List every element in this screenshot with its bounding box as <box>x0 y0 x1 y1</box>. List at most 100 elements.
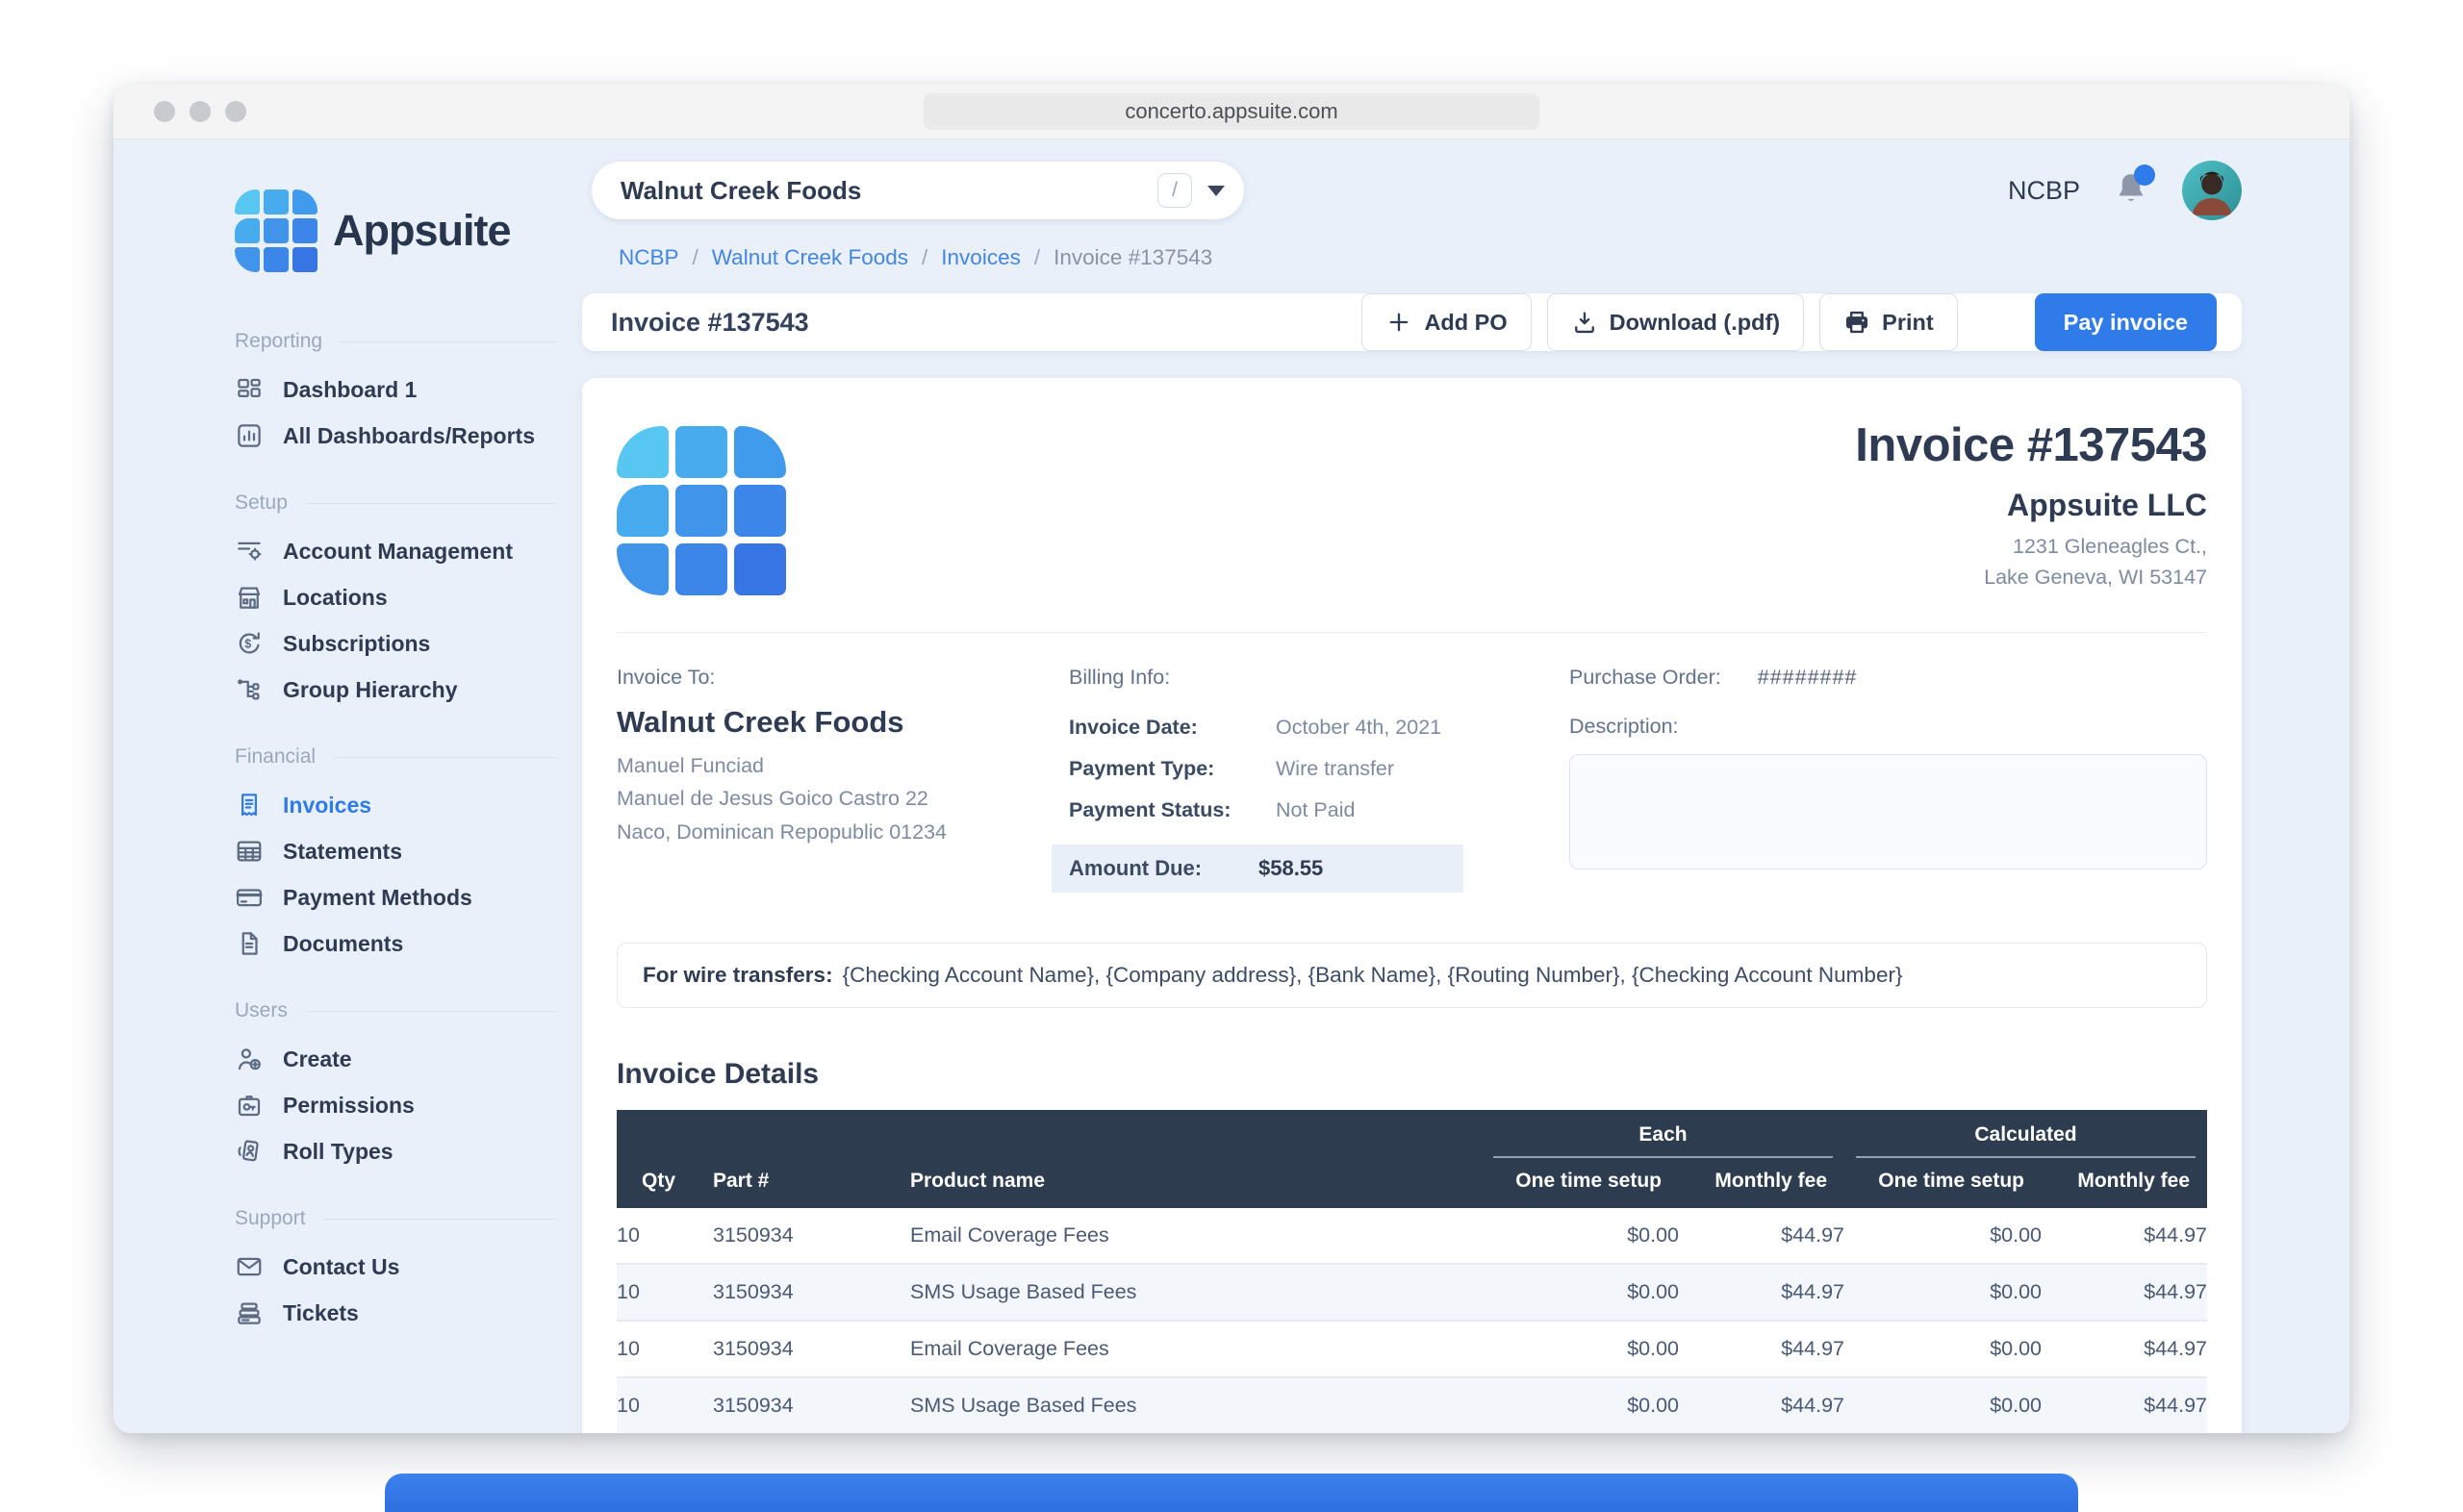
top-header: Walnut Creek Foods / NCBP <box>582 161 2242 220</box>
divider <box>617 632 2207 633</box>
table-header-row: Qty Part # Product name One time setup M… <box>617 1158 2207 1208</box>
group-header-calculated: Calculated <box>1856 1110 2196 1158</box>
address-bar-url: concerto.appsuite.com <box>1125 99 1337 124</box>
breadcrumb: NCBP / Walnut Creek Foods / Invoices / I… <box>619 245 2242 270</box>
wire-transfer-note-text: {Checking Account Name}, {Company addres… <box>843 963 1903 987</box>
table-row[interactable]: 10 3150934 Email Coverage Fees $0.00 $44… <box>617 1208 2207 1264</box>
storefront-icon <box>235 583 264 612</box>
svg-text:$: $ <box>244 637 251 650</box>
pay-invoice-button[interactable]: Pay invoice <box>2035 293 2217 351</box>
notification-dot <box>2134 164 2155 186</box>
breadcrumb-link-walnut-creek-foods[interactable]: Walnut Creek Foods <box>712 245 908 270</box>
caret-down-icon[interactable] <box>1207 186 1225 196</box>
sidebar-item-contact-us[interactable]: Contact Us <box>235 1244 557 1290</box>
main-content: Walnut Creek Foods / NCBP NCBP <box>582 139 2349 1433</box>
sidebar-item-label: Invoices <box>283 793 371 819</box>
print-button[interactable]: Print <box>1819 293 1958 351</box>
account-selector-value: Walnut Creek Foods <box>621 176 1157 206</box>
sidebar-item-payment-methods[interactable]: Payment Methods <box>235 874 557 920</box>
table-row[interactable]: 10 3150934 SMS Usage Based Fees $0.00 $4… <box>617 1377 2207 1433</box>
amount-due-key: Amount Due: <box>1069 856 1258 881</box>
section-label: Reporting <box>235 330 322 353</box>
id-card-icon <box>235 1137 264 1166</box>
bill-to-contact: Manuel Funciad <box>617 749 1069 782</box>
sidebar-item-subscriptions[interactable]: $ Subscriptions <box>235 620 557 667</box>
sidebar-item-group-hierarchy[interactable]: Group Hierarchy <box>235 667 557 713</box>
sidebar-item-label: Contact Us <box>283 1254 399 1280</box>
wire-transfer-note-title: For wire transfers: <box>643 963 833 987</box>
sidebar-section-setup: Setup Account Management Locations $ Sub… <box>235 491 557 713</box>
avatar[interactable] <box>2182 161 2242 220</box>
notifications-button[interactable] <box>2109 168 2153 213</box>
purchase-order-value: ######## <box>1758 666 1858 690</box>
sidebar-item-label: Roll Types <box>283 1139 394 1165</box>
sidebar-item-dashboard-1[interactable]: Dashboard 1 <box>235 366 557 413</box>
table-row[interactable]: 10 3150934 Email Coverage Fees $0.00 $44… <box>617 1321 2207 1377</box>
invoice-date-value: October 4th, 2021 <box>1276 707 1441 748</box>
hierarchy-icon <box>235 675 264 704</box>
purchase-order-label: Purchase Order: <box>1569 666 1721 690</box>
section-divider <box>305 1011 557 1012</box>
sidebar-item-account-management[interactable]: Account Management <box>235 528 557 574</box>
window-controls[interactable] <box>154 101 246 122</box>
sidebar-item-permissions[interactable]: Permissions <box>235 1082 557 1128</box>
background-window-edge <box>385 1474 2078 1512</box>
org-code: NCBP <box>2008 176 2080 206</box>
badge-key-icon <box>235 1091 264 1120</box>
window-dot[interactable] <box>225 101 246 122</box>
description-field[interactable] <box>1569 754 2207 869</box>
account-selector[interactable]: Walnut Creek Foods / <box>592 162 1244 219</box>
add-po-button[interactable]: Add PO <box>1361 293 1531 351</box>
printer-icon <box>1843 309 1870 336</box>
bill-to-name: Walnut Creek Foods <box>617 705 1069 740</box>
sidebar-item-all-dashboards[interactable]: All Dashboards/Reports <box>235 413 557 459</box>
sidebar-item-create-user[interactable]: Create <box>235 1036 557 1082</box>
envelope-icon <box>235 1252 264 1281</box>
issuer-address-line2: Lake Geneva, WI 53147 <box>1855 562 2207 592</box>
section-divider <box>340 341 557 342</box>
sidebar-item-label: Group Hierarchy <box>283 677 458 703</box>
breadcrumb-link-invoices[interactable]: Invoices <box>941 245 1021 270</box>
receipt-icon <box>235 791 264 819</box>
col-part: Part # <box>713 1158 910 1208</box>
sidebar-item-tickets[interactable]: Tickets <box>235 1290 557 1336</box>
brand[interactable]: Appsuite <box>235 189 557 272</box>
breadcrumb-link-ncbp[interactable]: NCBP <box>619 245 679 270</box>
breadcrumb-current: Invoice #137543 <box>1054 245 1212 270</box>
invoice-document: Invoice #137543 Appsuite LLC 1231 Glenea… <box>582 378 2242 1433</box>
breadcrumb-separator: / <box>693 245 698 270</box>
sidebar-item-label: Documents <box>283 931 403 957</box>
plus-icon <box>1385 309 1412 336</box>
sidebar-item-locations[interactable]: Locations <box>235 574 557 620</box>
brand-name: Appsuite <box>333 206 511 256</box>
sidebar-section-reporting: Reporting Dashboard 1 All Dashboards/Rep… <box>235 330 557 459</box>
breadcrumb-separator: / <box>922 245 927 270</box>
slash-shortcut-badge: / <box>1157 173 1192 208</box>
section-divider <box>305 503 557 504</box>
section-divider <box>333 757 557 758</box>
sidebar-item-label: Dashboard 1 <box>283 377 417 403</box>
sidebar-item-invoices[interactable]: Invoices <box>235 782 557 828</box>
address-bar[interactable]: concerto.appsuite.com <box>924 93 1539 130</box>
window-dot[interactable] <box>190 101 211 122</box>
invoice-date-key: Invoice Date: <box>1069 707 1276 748</box>
app-root: Appsuite Reporting Dashboard 1 All Dashb… <box>114 139 2349 1433</box>
section-divider <box>323 1219 557 1220</box>
sidebar-item-documents[interactable]: Documents <box>235 920 557 967</box>
toolbar-invoice-title: Invoice #137543 <box>611 308 809 338</box>
sidebar: Appsuite Reporting Dashboard 1 All Dashb… <box>114 139 582 1433</box>
table-row[interactable]: 10 3150934 SMS Usage Based Fees $0.00 $4… <box>617 1264 2207 1321</box>
section-label: Setup <box>235 491 288 515</box>
sidebar-item-statements[interactable]: Statements <box>235 828 557 874</box>
group-header-each: Each <box>1493 1110 1833 1158</box>
invoice-details-heading: Invoice Details <box>617 1058 2207 1091</box>
sidebar-item-roll-types[interactable]: Roll Types <box>235 1128 557 1174</box>
table-icon <box>235 837 264 866</box>
wire-transfer-note: For wire transfers: {Checking Account Nam… <box>617 943 2207 1008</box>
purchase-order-block: Purchase Order: ######## Description: <box>1569 666 2207 893</box>
sidebar-item-label: Permissions <box>283 1093 415 1119</box>
payment-status-key: Payment Status: <box>1069 790 1276 831</box>
download-pdf-button[interactable]: Download (.pdf) <box>1547 293 1805 351</box>
window-dot[interactable] <box>154 101 175 122</box>
col-product: Product name <box>910 1158 1482 1208</box>
